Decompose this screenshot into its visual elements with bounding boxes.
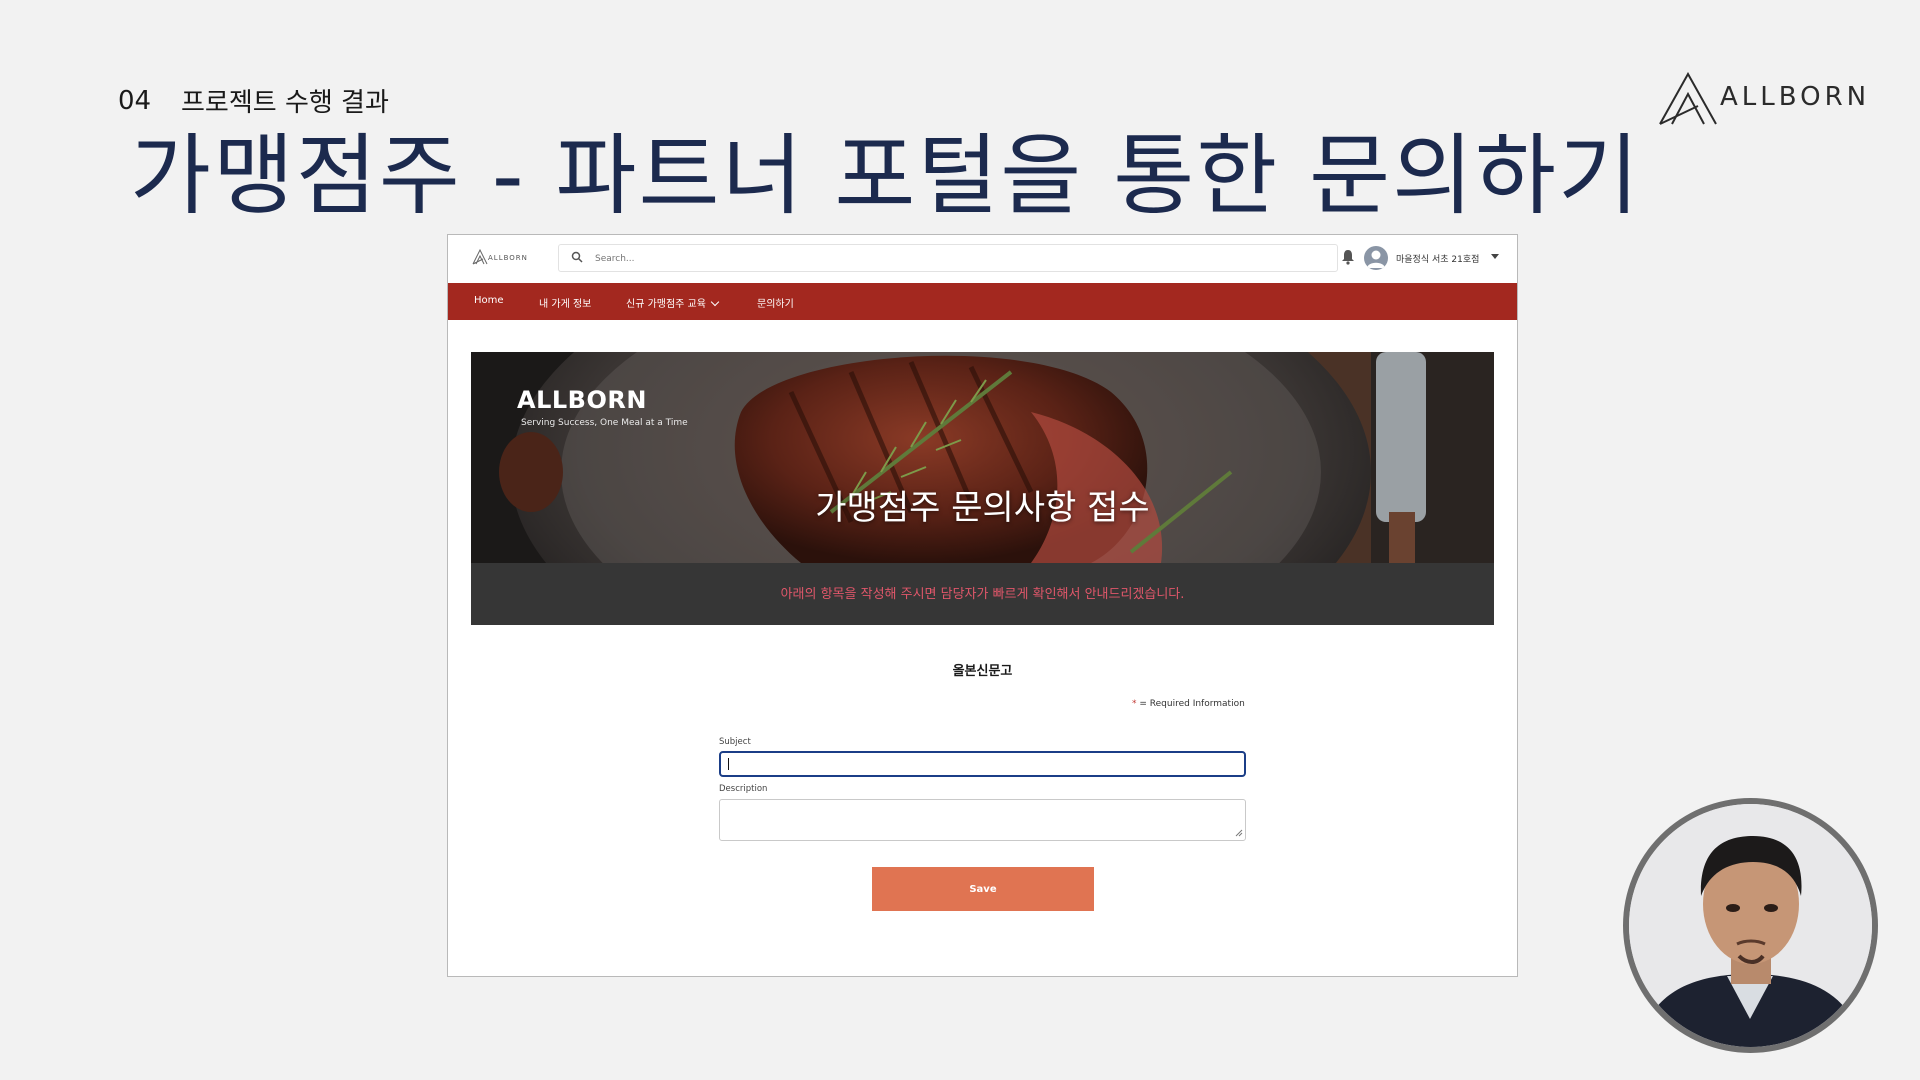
required-star: * <box>1132 699 1137 709</box>
resize-grip-icon[interactable] <box>1235 829 1243 837</box>
nav-item-training[interactable]: 신규 가맹점주 교육 <box>626 295 720 310</box>
nav-item-inquiry[interactable]: 문의하기 <box>757 295 794 310</box>
form-title: 올본신문고 <box>952 664 1013 679</box>
description-label: Description <box>719 784 768 794</box>
required-note-text: = Required Information <box>1139 699 1245 709</box>
nav-item-my-store[interactable]: 내 가게 정보 <box>539 295 591 310</box>
search-box[interactable] <box>558 244 1338 272</box>
search-icon <box>571 251 583 263</box>
allborn-logo-icon <box>1659 72 1717 125</box>
presenter-photo <box>1623 798 1878 1053</box>
nav-item-home[interactable]: Home <box>474 295 504 306</box>
allborn-mini-logo-icon <box>472 249 488 265</box>
brand-logo: ALLBORN <box>1658 72 1870 126</box>
portal-logo[interactable]: ALLBORN <box>472 249 532 269</box>
banner-message: 아래의 항목을 작성해 주시면 담당자가 빠르게 확인해서 안내드리겠습니다. <box>780 587 1185 602</box>
steak-banner-image <box>471 352 1494 563</box>
brand-wordmark: ALLBORN <box>1720 82 1871 112</box>
slide-number: 04 <box>118 86 152 116</box>
chevron-down-icon <box>710 297 720 307</box>
nav-item-training-label: 신규 가맹점주 교육 <box>626 299 706 310</box>
page-title: 가맹점주 - 파트너 포털을 통한 문의하기 <box>130 124 1641 227</box>
save-button[interactable]: Save <box>872 867 1094 911</box>
banner-brand: ALLBORN <box>517 386 647 414</box>
required-note: * = Required Information <box>1132 699 1245 709</box>
banner-tagline: Serving Success, One Meal at a Time <box>521 418 688 428</box>
user-avatar[interactable] <box>1364 246 1388 270</box>
text-cursor <box>728 758 729 770</box>
banner-title: 가맹점주 문의사항 접수 <box>815 488 1150 528</box>
presenter-portrait-image <box>1629 804 1872 1047</box>
user-name[interactable]: 마을정식 서초 21호점 <box>1396 252 1479 265</box>
presenter-portrait <box>1629 804 1872 1047</box>
search-input[interactable] <box>593 248 1317 270</box>
notification-bell-icon[interactable] <box>1341 249 1355 265</box>
portal-logo-text: ALLBORN <box>488 254 528 262</box>
description-field[interactable] <box>719 799 1246 841</box>
portal-nav-bar: Home 내 가게 정보 신규 가맹점주 교육 문의하기 <box>448 283 1517 320</box>
subject-label: Subject <box>719 737 751 747</box>
subject-field[interactable] <box>719 751 1246 777</box>
banner-message-strip: 아래의 항목을 작성해 주시면 담당자가 빠르게 확인해서 안내드리겠습니다. <box>471 563 1494 625</box>
user-icon <box>1367 250 1385 268</box>
hero-banner: ALLBORN Serving Success, One Meal at a T… <box>471 352 1494 625</box>
section-title: 프로젝트 수행 결과 <box>181 88 389 118</box>
portal-header: ALLBORN 마을정식 서초 21호점 <box>448 235 1517 283</box>
user-menu-caret-icon[interactable] <box>1491 254 1499 259</box>
partner-portal-window: ALLBORN 마을정식 서초 21호점 Home 내 가게 정보 신규 가맹점… <box>447 234 1518 977</box>
